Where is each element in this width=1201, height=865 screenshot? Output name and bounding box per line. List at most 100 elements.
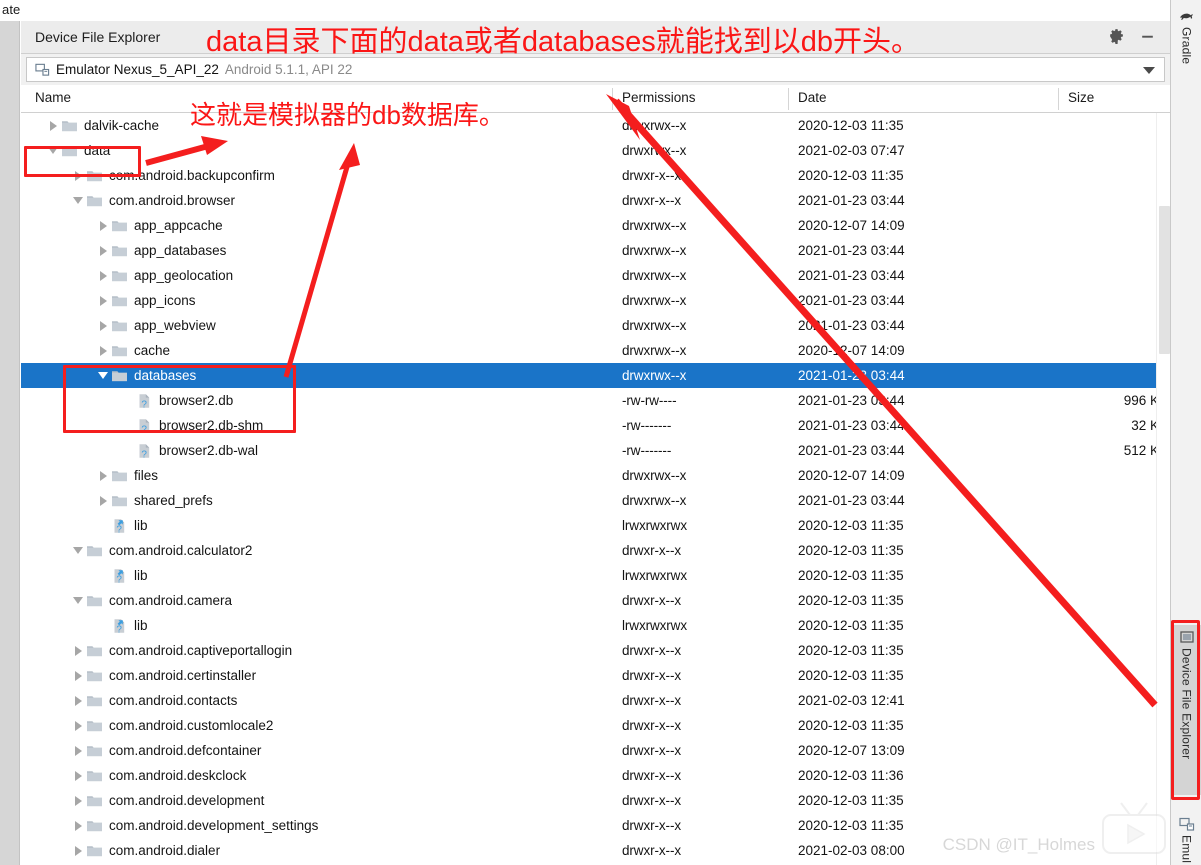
file-tree-row[interactable]: com.android.contacts drwxr-x--x 2021-02-03… <box>21 688 1170 713</box>
device-icon <box>35 63 50 76</box>
file-tree-row[interactable]: com.android.defcontainer drwxr-x--x 2020-1… <box>21 738 1170 763</box>
file-tree-row[interactable]: databases drwxrwx--x 2021-01-23 03:44 <box>21 363 1170 388</box>
expand-arrow-icon[interactable] <box>70 163 86 188</box>
file-row-name-cell: com.android.dialer <box>70 838 220 863</box>
column-header-name[interactable]: Name <box>35 90 71 105</box>
expand-arrow-icon[interactable] <box>70 688 86 713</box>
collapse-arrow-icon[interactable] <box>45 138 61 163</box>
file-row-name-cell: com.android.development <box>70 788 264 813</box>
expand-arrow-icon[interactable] <box>70 738 86 763</box>
file-tree-row[interactable]: ? lib lrwxrwxrwx 2020-12-03 11:35 <box>21 563 1170 588</box>
file-row-label: app_webview <box>134 318 216 333</box>
file-row-label: com.android.dialer <box>109 843 221 858</box>
file-tree-row[interactable]: app_icons drwxrwx--x 2021-01-23 03:44 <box>21 288 1170 313</box>
file-tree-row[interactable]: com.android.certinstaller drwxr-x--x 2020-… <box>21 663 1170 688</box>
svg-text:?: ? <box>141 449 147 459</box>
file-row-name-cell: app_webview <box>95 313 216 338</box>
folder-icon <box>87 670 102 681</box>
file-tree-list[interactable]: dalvik-cache drwxrwx--x 2020-12-03 11:35 da… <box>21 113 1170 865</box>
file-tree-row[interactable]: ? lib lrwxrwxrwx 2020-12-03 11:35 <box>21 613 1170 638</box>
expand-arrow-icon[interactable] <box>95 488 111 513</box>
folder-icon <box>87 195 102 206</box>
expand-arrow-icon[interactable] <box>95 463 111 488</box>
file-tree-row[interactable]: com.android.browser drwxr-x--x 2021-01-23 … <box>21 188 1170 213</box>
file-row-label: lib <box>134 618 148 633</box>
file-tree-row[interactable]: com.android.backupconfirm drwxr-x--x 2020-… <box>21 163 1170 188</box>
file-tree-row[interactable]: com.android.camera drwxr-x--x 2020-12-03 1… <box>21 588 1170 613</box>
file-tree-row[interactable]: com.android.customlocale2 drwxr-x--x 2020-… <box>21 713 1170 738</box>
expand-arrow-icon[interactable] <box>45 113 61 138</box>
file-row-label: com.android.development_settings <box>109 818 319 833</box>
left-gutter <box>0 21 20 865</box>
file-tree-row[interactable]: ? browser2.db-wal -rw------- 2021-01-23 03:… <box>21 438 1170 463</box>
file-row-name-cell: com.android.captiveportallogin <box>70 638 292 663</box>
file-tree-row[interactable]: com.android.captiveportallogin drwxr-x--x… <box>21 638 1170 663</box>
file-row-label: com.android.camera <box>109 593 233 608</box>
column-header-date[interactable]: Date <box>798 90 827 105</box>
file-row-size <box>1058 463 1168 488</box>
screenshot-root: ate Device File Explorer Emulator Nexus_… <box>0 0 1201 865</box>
collapse-arrow-icon[interactable] <box>95 363 111 388</box>
file-tree-row[interactable]: com.android.calculator2 drwxr-x--x 2020-12… <box>21 538 1170 563</box>
expand-arrow-icon[interactable] <box>70 663 86 688</box>
file-tree-row[interactable]: data drwxrwx--x 2021-02-03 07:47 <box>21 138 1170 163</box>
collapse-arrow-icon[interactable] <box>70 188 86 213</box>
expand-arrow-icon[interactable] <box>95 338 111 363</box>
expand-arrow-icon[interactable] <box>70 813 86 838</box>
svg-text:?: ? <box>141 424 147 434</box>
collapse-arrow-icon[interactable] <box>70 538 86 563</box>
file-row-permissions: drwxrwx--x <box>622 493 687 508</box>
folder-icon <box>112 220 127 231</box>
file-row-label: com.android.defcontainer <box>109 743 262 758</box>
expand-arrow-icon[interactable] <box>95 313 111 338</box>
expand-arrow-icon[interactable] <box>95 238 111 263</box>
file-row-date: 2020-12-03 11:35 <box>798 643 904 658</box>
expand-arrow-icon[interactable] <box>70 763 86 788</box>
file-row-permissions: -rw-rw---- <box>622 393 677 408</box>
expand-arrow-icon[interactable] <box>95 213 111 238</box>
file-tree-row[interactable]: app_databases drwxrwx--x 2021-01-23 03:44 <box>21 238 1170 263</box>
tool-button-emulator[interactable]: Emul <box>1171 812 1201 863</box>
expand-arrow-icon[interactable] <box>70 638 86 663</box>
tool-button-gradle[interactable]: Gradle <box>1171 4 1201 64</box>
file-tree-row[interactable]: ? lib lrwxrwxrwx 2020-12-03 11:35 <box>21 513 1170 538</box>
file-row-date: 2020-12-07 13:09 <box>798 743 905 758</box>
file-tree-row[interactable]: com.android.deskclock drwxr-x--x 2020-12-0… <box>21 763 1170 788</box>
column-header-permissions[interactable]: Permissions <box>622 90 696 105</box>
folder-icon <box>112 295 127 306</box>
minimize-icon[interactable] <box>1139 28 1156 45</box>
file-row-permissions: drwxr-x--x <box>622 818 681 833</box>
tool-button-device-file-explorer[interactable]: Device File Explorer <box>1171 625 1201 795</box>
collapse-arrow-icon[interactable] <box>70 588 86 613</box>
folder-icon <box>112 470 127 481</box>
file-row-name-cell: ? lib <box>95 513 148 538</box>
bilibili-tv-logo-icon <box>1102 802 1166 854</box>
file-tree-row[interactable]: app_appcache drwxrwx--x 2020-12-07 14:09 <box>21 213 1170 238</box>
file-tree-row[interactable]: cache drwxrwx--x 2020-12-07 14:09 <box>21 338 1170 363</box>
device-combo[interactable]: Emulator Nexus_5_API_22 Android 5.1.1, A… <box>26 57 1165 82</box>
expand-arrow-icon[interactable] <box>95 263 111 288</box>
file-row-permissions: drwxrwx--x <box>622 143 687 158</box>
column-divider-2[interactable] <box>788 88 789 110</box>
file-tree-row[interactable]: ? browser2.db-shm -rw------- 2021-01-23 03:… <box>21 413 1170 438</box>
file-tree-row[interactable]: shared_prefs drwxrwx--x 2021-01-23 03:44 <box>21 488 1170 513</box>
gear-icon[interactable] <box>1108 28 1125 45</box>
file-tree-row[interactable]: files drwxrwx--x 2020-12-07 14:09 <box>21 463 1170 488</box>
expand-arrow-icon[interactable] <box>70 788 86 813</box>
vertical-scrollbar[interactable] <box>1156 113 1170 865</box>
column-divider-1[interactable] <box>612 88 613 110</box>
file-tree-row[interactable]: ? browser2.db -rw-rw---- 2021-01-23 03:44 99… <box>21 388 1170 413</box>
scrollbar-thumb[interactable] <box>1159 206 1170 354</box>
column-header-size[interactable]: Size <box>1068 90 1094 105</box>
twisty-placeholder <box>95 513 111 538</box>
expand-arrow-icon[interactable] <box>95 288 111 313</box>
chevron-down-icon[interactable] <box>1143 67 1155 74</box>
file-row-name-cell: com.android.browser <box>70 188 235 213</box>
column-divider-3[interactable] <box>1058 88 1059 110</box>
file-row-date: 2020-12-03 11:35 <box>798 618 904 633</box>
expand-arrow-icon[interactable] <box>70 713 86 738</box>
file-tree-row[interactable]: app_webview drwxrwx--x 2021-01-23 03:44 <box>21 313 1170 338</box>
expand-arrow-icon[interactable] <box>70 838 86 863</box>
file-tree-row[interactable]: dalvik-cache drwxrwx--x 2020-12-03 11:35 <box>21 113 1170 138</box>
file-tree-row[interactable]: app_geolocation drwxrwx--x 2021-01-23 03:4… <box>21 263 1170 288</box>
